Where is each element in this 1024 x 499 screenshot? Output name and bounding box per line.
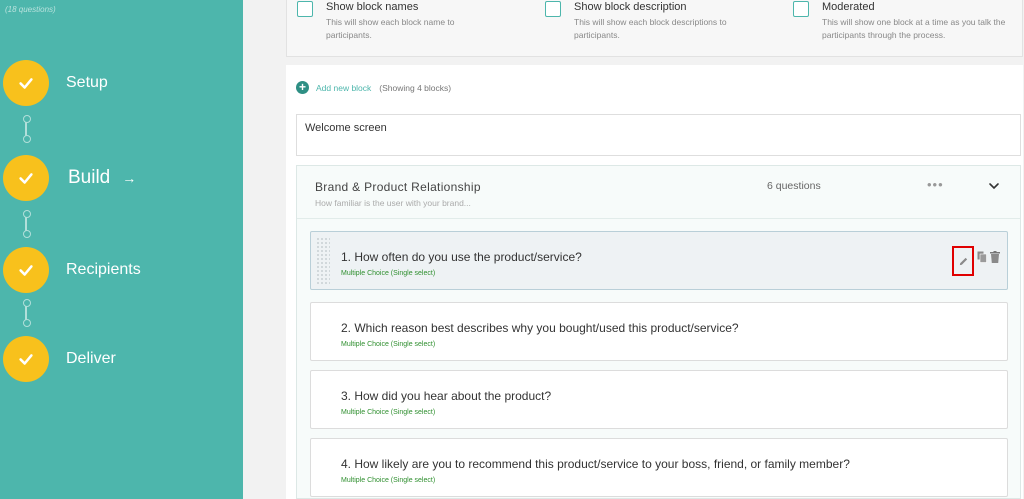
step-connector <box>23 115 31 143</box>
question-count-note: (18 questions) <box>5 5 56 14</box>
edit-question-button[interactable] <box>952 246 974 276</box>
question-type: Multiple Choice (Single select) <box>341 477 436 484</box>
display-options: Show block names This will show each blo… <box>286 0 1023 57</box>
option-description: This will show one block at a time as yo… <box>822 17 1006 40</box>
step-deliver[interactable]: Deliver <box>3 335 116 383</box>
step-label: Deliver <box>66 350 116 367</box>
question-text: 1. How often do you use the product/serv… <box>341 250 582 264</box>
block-card: Brand & Product Relationship How familia… <box>296 165 1021 499</box>
check-icon <box>3 155 49 201</box>
current-step-arrow-icon: → <box>122 170 137 186</box>
plus-circle-icon: + <box>296 81 309 94</box>
duplicate-icon[interactable] <box>977 251 987 263</box>
question-row[interactable]: 1. How often do you use the product/serv… <box>310 231 1008 290</box>
check-icon <box>3 336 49 382</box>
question-text: 2. Which reason best describes why you b… <box>341 321 739 335</box>
step-label: Setup <box>66 74 108 91</box>
block-title: Brand & Product Relationship <box>315 180 481 194</box>
builder-main: Show block names This will show each blo… <box>243 0 1024 499</box>
block-header[interactable]: Brand & Product Relationship How familia… <box>297 166 1020 219</box>
option-description: This will show each block descriptions t… <box>574 17 727 40</box>
add-new-block-label: Add new block <box>316 82 372 93</box>
block-count-label: (Showing 4 blocks) <box>379 82 452 93</box>
show-block-names-checkbox[interactable] <box>297 1 313 17</box>
question-text: 4. How likely are you to recommend this … <box>341 457 850 471</box>
option-moderated[interactable]: Moderated This will show one block at a … <box>793 0 1007 42</box>
question-type: Multiple Choice (Single select) <box>341 341 436 348</box>
question-row[interactable]: 3. How did you hear about the product? M… <box>310 370 1008 429</box>
question-row[interactable]: 2. Which reason best describes why you b… <box>310 302 1008 361</box>
check-icon <box>3 60 49 106</box>
option-show-block-description[interactable]: Show block description This will show ea… <box>545 0 754 42</box>
step-label: Recipients <box>66 261 141 278</box>
question-row[interactable]: 4. How likely are you to recommend this … <box>310 438 1008 497</box>
pencil-icon <box>959 257 967 265</box>
step-setup[interactable]: Setup <box>3 59 108 107</box>
chevron-down-icon[interactable] <box>987 179 1001 193</box>
check-icon <box>3 247 49 293</box>
question-type: Multiple Choice (Single select) <box>341 270 436 277</box>
step-connector <box>23 299 31 327</box>
option-title: Moderated <box>822 1 875 13</box>
question-type: Multiple Choice (Single select) <box>341 409 436 416</box>
show-block-description-checkbox[interactable] <box>545 1 561 17</box>
block-question-count: 6 questions <box>767 180 821 192</box>
option-title: Show block names <box>326 1 419 13</box>
step-connector <box>23 210 31 238</box>
progress-sidebar: (18 questions) Setup Build → Recipients … <box>0 0 243 499</box>
trash-icon[interactable] <box>990 251 1000 263</box>
more-options-icon[interactable]: ••• <box>927 177 944 192</box>
option-title: Show block description <box>574 1 687 13</box>
block-description: How familiar is the user with your brand… <box>315 198 471 208</box>
step-label: Build <box>68 167 111 188</box>
blocks-panel: + Add new block (Showing 4 blocks) Welco… <box>286 65 1023 499</box>
moderated-checkbox[interactable] <box>793 1 809 17</box>
question-text: 3. How did you hear about the product? <box>341 389 552 403</box>
step-build[interactable]: Build → <box>3 154 136 202</box>
step-recipients[interactable]: Recipients <box>3 246 141 294</box>
option-description: This will show each block name to partic… <box>326 17 455 40</box>
question-actions <box>952 246 1002 276</box>
drag-handle-icon[interactable] <box>316 237 330 285</box>
option-show-block-names[interactable]: Show block names This will show each blo… <box>297 0 486 42</box>
welcome-screen-block[interactable]: Welcome screen <box>296 114 1021 156</box>
add-new-block-button[interactable]: + Add new block (Showing 4 blocks) <box>296 81 451 94</box>
